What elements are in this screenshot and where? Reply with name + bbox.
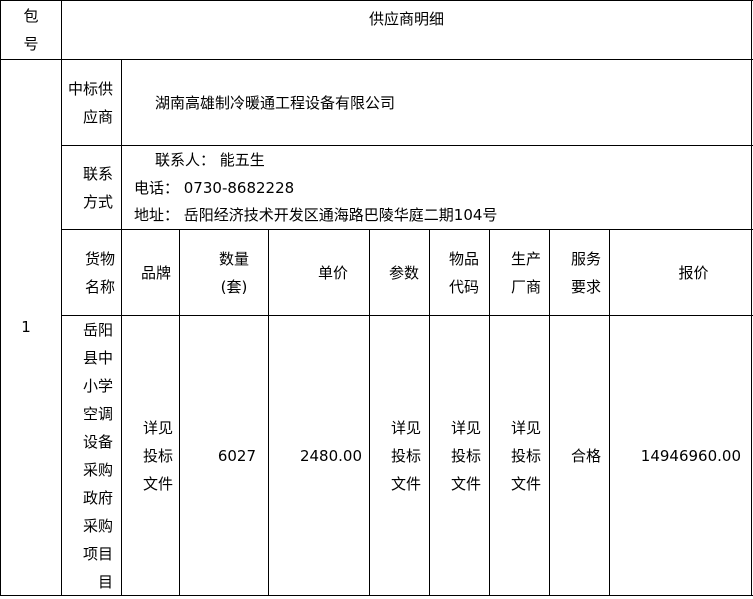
brand-header: 品牌 [140, 263, 171, 282]
winning-supplier-name: 湖南高雄制冷暖通工程设备有限公司 [155, 93, 396, 112]
item-service-requirement: 合格 [570, 446, 601, 465]
quote-header: 报价 [678, 263, 709, 282]
item-quote: 14946960.00 [640, 446, 741, 465]
item-quantity: 6027 [217, 446, 256, 465]
item-unit-price: 2480.00 [299, 446, 362, 465]
quantity-header: 数量(套) [218, 249, 249, 296]
item-parameters: 详见投标文件 [390, 418, 421, 493]
service-requirement-header: 服务要求 [570, 249, 601, 296]
table-border-right [751, 0, 752, 596]
table-border-left [0, 0, 1, 596]
contact-phone: 电话： 0730-8682228 [134, 179, 295, 197]
item-goods-name: 岳阳县中小学空调设备采购政府采购项目目 [82, 320, 113, 591]
item-code-header: 物品代码 [448, 249, 479, 296]
contact-person: 联系人： 能五生 [155, 151, 265, 169]
item-code: 详见投标文件 [450, 418, 481, 493]
item-brand: 详见投标文件 [142, 418, 173, 493]
package-no-header: 包号 [23, 7, 39, 53]
supplier-detail-header: 供应商明细 [368, 10, 444, 28]
goods-name-header: 货物名称 [84, 249, 115, 296]
manufacturer-header: 生产厂商 [510, 249, 541, 296]
item-manufacturer: 详见投标文件 [510, 418, 541, 493]
supplier-table: 包号 供应商明细 1 中标供应商 湖南高雄制冷暖通工程设备有限公司 联系方式 联… [0, 0, 753, 599]
package-number: 1 [21, 318, 31, 336]
parameters-header: 参数 [388, 263, 419, 282]
contact-address: 地址： 岳阳经济技术开发区通海路巴陵华庭二期104号 [134, 206, 498, 224]
contact-label: 联系方式 [82, 164, 113, 211]
unit-price-header: 单价 [317, 263, 348, 282]
winning-supplier-label: 中标供应商 [68, 79, 114, 126]
